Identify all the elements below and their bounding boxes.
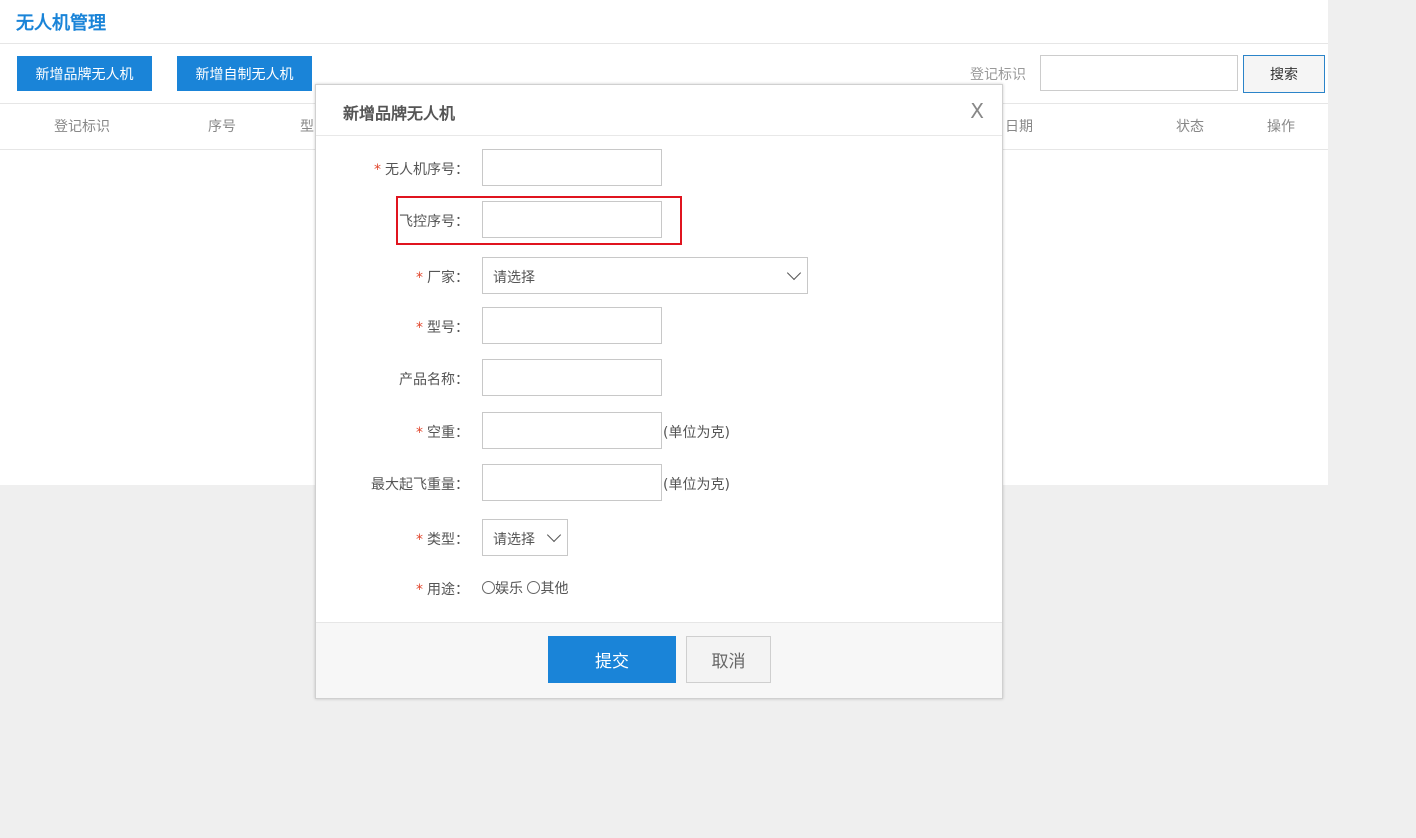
add-brand-drone-dialog: 新增品牌无人机 X * 无人机序号： 飞控序号： * 厂家： 请选择 * 型号： 产品…: [315, 84, 1003, 699]
field-label: * 厂家：: [416, 267, 469, 287]
field-label: 产品名称：: [399, 369, 469, 389]
form-row-empty-weight: * 空重： (单位为克): [316, 412, 1002, 450]
product-name-input[interactable]: [482, 359, 662, 396]
field-label: * 用途：: [416, 579, 469, 599]
column-header-model: 型: [300, 119, 314, 135]
required-marker: *: [416, 270, 423, 286]
form-row-product-name: 产品名称：: [316, 359, 1002, 397]
model-input[interactable]: [482, 307, 662, 344]
column-header-date: 日期: [1005, 119, 1033, 135]
form-row-max-takeoff-weight: 最大起飞重量： (单位为克): [316, 464, 1002, 502]
cancel-button[interactable]: 取消: [686, 636, 771, 683]
field-label: * 型号：: [416, 317, 469, 337]
field-label: * 类型：: [416, 529, 469, 549]
label-text: 用途：: [427, 582, 469, 598]
search-label: 登记标识: [970, 67, 1026, 83]
search-button[interactable]: 搜索: [1243, 55, 1325, 93]
search-input[interactable]: [1040, 55, 1238, 91]
label-text: 最大起飞重量：: [371, 477, 469, 493]
form-row-usage: * 用途： 娱乐 其他: [316, 569, 1002, 607]
highlight-box: [396, 196, 682, 245]
manufacturer-select[interactable]: 请选择: [482, 257, 808, 294]
divider: [0, 43, 1328, 44]
required-marker: *: [416, 425, 423, 441]
empty-weight-input[interactable]: [482, 412, 662, 449]
label-text: 厂家：: [427, 270, 469, 286]
submit-button[interactable]: 提交: [548, 636, 676, 683]
form-row-type: * 类型： 请选择: [316, 519, 1002, 557]
select-value: 请选择: [493, 270, 535, 286]
label-text: 型号：: [427, 320, 469, 336]
field-label: * 空重：: [416, 422, 469, 442]
radio-other[interactable]: [527, 581, 541, 594]
select-value: 请选择: [493, 532, 535, 548]
type-select[interactable]: 请选择: [482, 519, 568, 556]
unit-label: (单位为克): [663, 477, 730, 493]
radio-entertainment[interactable]: [482, 581, 495, 594]
label-text: 无人机序号：: [385, 162, 469, 178]
usage-radio-group: 娱乐 其他: [482, 578, 568, 598]
required-marker: *: [416, 582, 423, 598]
column-header-serial: 序号: [208, 119, 236, 135]
unit-label: (单位为克): [663, 425, 730, 441]
drone-serial-input[interactable]: [482, 149, 662, 186]
label-text: 产品名称：: [399, 372, 469, 388]
field-label: * 无人机序号：: [374, 159, 469, 179]
divider: [316, 135, 1002, 136]
page-title: 无人机管理: [16, 13, 106, 34]
chevron-down-icon: [786, 265, 802, 281]
chevron-down-icon: [546, 527, 562, 543]
column-header-status: 状态: [1176, 119, 1204, 135]
dialog-footer: 提交 取消: [316, 622, 1002, 698]
max-takeoff-weight-input[interactable]: [482, 464, 662, 501]
radio-label: 娱乐: [495, 581, 523, 597]
column-header-reg-id: 登记标识: [54, 119, 110, 135]
close-icon[interactable]: X: [970, 99, 984, 123]
required-marker: *: [416, 532, 423, 548]
form-row-manufacturer: * 厂家： 请选择: [316, 257, 1002, 295]
form-row-serial: * 无人机序号：: [316, 149, 1002, 187]
add-custom-drone-button[interactable]: 新增自制无人机: [177, 56, 312, 91]
field-label: 最大起飞重量：: [371, 474, 469, 494]
dialog-title: 新增品牌无人机: [343, 104, 456, 123]
required-marker: *: [374, 162, 381, 178]
label-text: 类型：: [427, 532, 469, 548]
required-marker: *: [416, 320, 423, 336]
add-brand-drone-button[interactable]: 新增品牌无人机: [17, 56, 152, 91]
form-row-model: * 型号：: [316, 307, 1002, 345]
label-text: 空重：: [427, 425, 469, 441]
radio-label: 其他: [540, 581, 569, 597]
column-header-actions: 操作: [1267, 119, 1295, 135]
